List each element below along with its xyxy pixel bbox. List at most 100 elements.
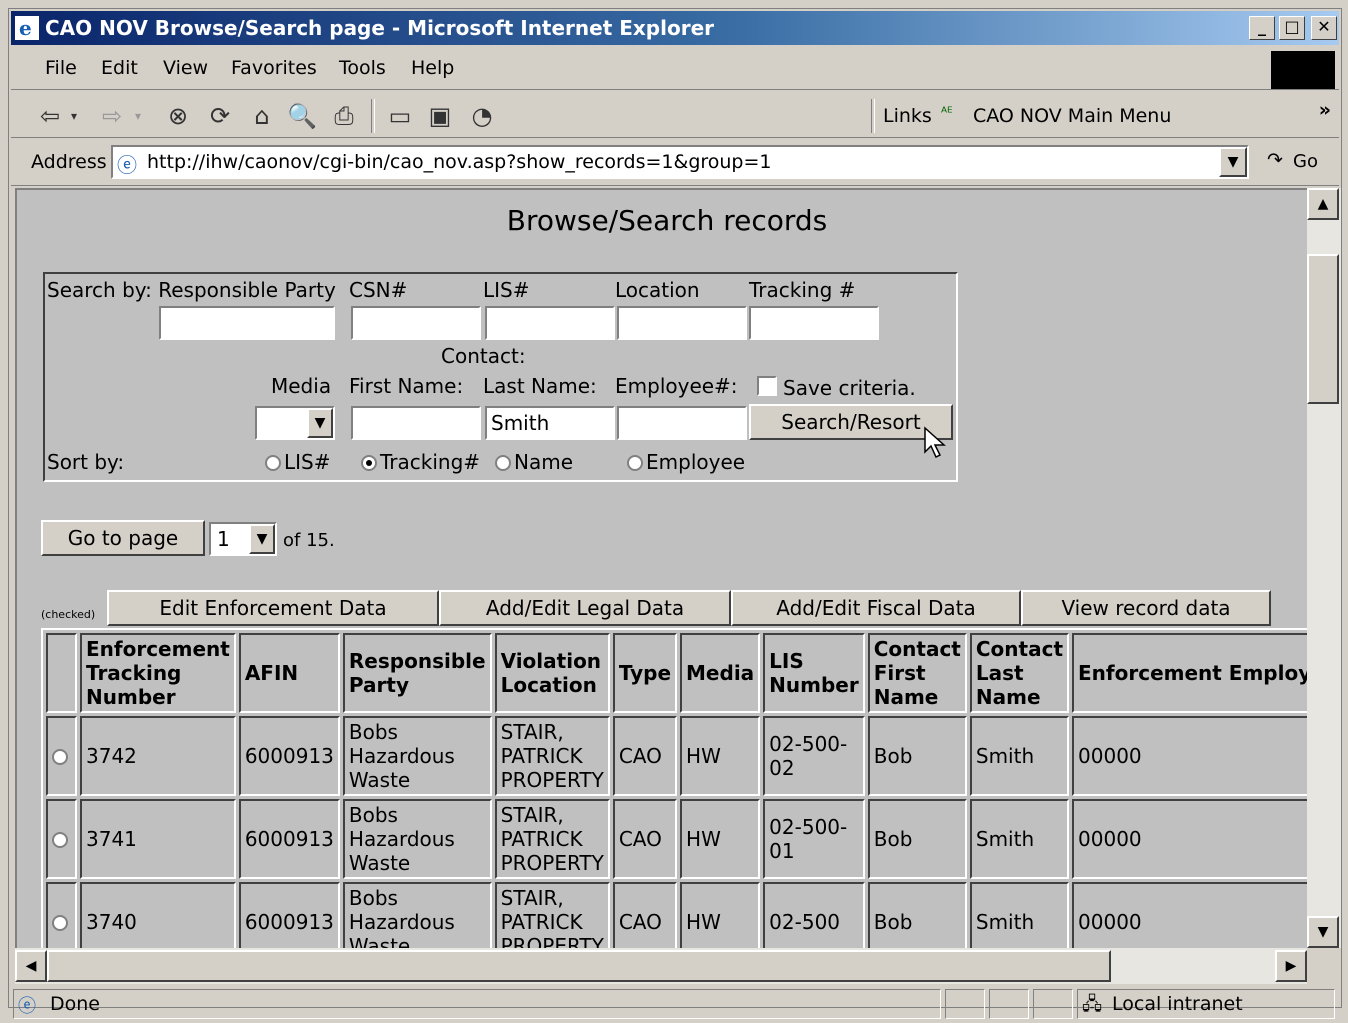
go-arrow-icon[interactable]: ↷ [1267, 149, 1283, 171]
last-name-input[interactable]: Smith [485, 406, 615, 440]
horizontal-scrollbar[interactable]: ◀ ▶ [15, 948, 1307, 984]
stop-icon[interactable]: ⊗ [163, 101, 193, 131]
go-button[interactable]: Go [1293, 151, 1318, 172]
back-dropdown-icon[interactable]: ▾ [67, 101, 81, 131]
vertical-scrollbar[interactable]: ▲ ▼ [1307, 188, 1341, 948]
menu-help[interactable]: Help [411, 57, 454, 79]
menu-tools[interactable]: Tools [339, 57, 386, 79]
scroll-up-icon[interactable]: ▲ [1307, 188, 1339, 220]
go-to-page-button[interactable]: Go to page [41, 520, 205, 556]
menu-file[interactable]: File [45, 57, 77, 79]
forward-dropdown-icon[interactable]: ▾ [131, 101, 145, 131]
sort-tracking-radio[interactable]: Tracking# [361, 450, 480, 474]
fullscreen-icon[interactable]: ▭ [385, 101, 415, 131]
minimize-button[interactable]: _ [1249, 16, 1275, 40]
status-pane-empty [989, 989, 1029, 1019]
table-row[interactable]: 3742 6000913 Bobs Hazardous Waste STAIR,… [46, 716, 1307, 796]
page-done-icon: ⓔ [18, 996, 36, 1017]
link-cao-main-menu[interactable]: CAO NOV Main Menu [973, 105, 1171, 127]
menu-favorites[interactable]: Favorites [231, 57, 317, 79]
sort-employee-radio[interactable]: Employee [627, 450, 745, 474]
column-header: AFIN [238, 633, 340, 713]
status-pane-empty [945, 989, 985, 1019]
radio-icon[interactable] [52, 915, 68, 931]
table-row[interactable]: 3741 6000913 Bobs Hazardous Waste STAIR,… [46, 799, 1307, 879]
scroll-down-icon[interactable]: ▼ [1307, 916, 1339, 948]
table-cell: 6000913 [238, 799, 340, 879]
chevron-down-icon[interactable]: ▼ [249, 524, 275, 554]
menu-view[interactable]: View [163, 57, 208, 79]
radio-icon[interactable] [265, 455, 281, 471]
print-icon[interactable]: ⎙ [329, 101, 359, 131]
links-separator [871, 99, 875, 133]
table-header-row: Enforcement Tracking Number AFIN Respons… [46, 633, 1307, 713]
column-header: Type [612, 633, 678, 713]
channels-icon[interactable]: ▣ [425, 101, 455, 131]
menu-edit[interactable]: Edit [101, 57, 138, 79]
forward-icon[interactable]: ⇨ [97, 101, 127, 131]
row-select-cell[interactable] [46, 799, 77, 879]
back-icon[interactable]: ⇦ [35, 101, 65, 131]
horizontal-scroll-thumb[interactable] [47, 950, 1111, 982]
edit-enforcement-button[interactable]: Edit Enforcement Data [107, 590, 439, 626]
row-select-cell[interactable] [46, 882, 77, 948]
home-icon[interactable]: ⌂ [247, 101, 277, 131]
view-record-button[interactable]: View record data [1021, 590, 1271, 626]
table-cell: 00000 [1072, 799, 1307, 879]
chevron-down-icon[interactable]: ▼ [307, 408, 333, 438]
table-cell: CAO [612, 716, 678, 796]
column-header: Enforcement Employee [1072, 633, 1307, 713]
save-criteria-checkbox[interactable] [757, 376, 777, 396]
sort-name-radio[interactable]: Name [495, 450, 573, 474]
csn-input[interactable] [351, 306, 481, 340]
page-select-value: 1 [217, 527, 230, 551]
table-row[interactable]: 3740 6000913 Bobs Hazardous Waste STAIR,… [46, 882, 1307, 948]
employee-label: Employee#: [615, 374, 738, 398]
media-select[interactable]: ▼ [255, 406, 335, 440]
scroll-left-icon[interactable]: ◀ [15, 950, 47, 982]
refresh-icon[interactable]: ⟳ [205, 101, 235, 131]
table-cell: 02-500 [763, 882, 865, 948]
table-cell: Bob [867, 799, 967, 879]
edit-legal-button[interactable]: Add/Edit Legal Data [439, 590, 731, 626]
toolbar-separator [371, 99, 375, 133]
page-icon: ⓔ [117, 153, 137, 177]
radio-icon[interactable] [52, 832, 68, 848]
page-content: Browse/Search records Search by: Respons… [15, 188, 1307, 948]
table-cell: CAO [612, 799, 678, 879]
row-select-cell[interactable] [46, 716, 77, 796]
tracking-input[interactable] [749, 306, 879, 340]
address-dropdown-icon[interactable]: ▼ [1219, 147, 1247, 177]
responsible-party-input[interactable] [159, 306, 335, 340]
sort-employee-label: Employee [646, 450, 746, 474]
first-name-input[interactable] [351, 406, 481, 440]
location-input[interactable] [617, 306, 747, 340]
browser-window: e CAO NOV Browse/Search page - Microsoft… [8, 8, 1342, 1019]
radio-icon[interactable] [52, 749, 68, 765]
status-bar: ⓔ Done 🖧 Local intranet [11, 987, 1339, 1023]
maximize-button[interactable]: □ [1279, 16, 1305, 40]
vertical-scroll-thumb[interactable] [1307, 254, 1339, 404]
checked-label: (checked) [41, 608, 96, 621]
radio-selected-icon[interactable] [361, 455, 377, 471]
windows-logo-icon [1271, 51, 1335, 89]
table-cell: Smith [969, 716, 1070, 796]
column-header: Media [680, 633, 761, 713]
last-name-label: Last Name: [483, 374, 597, 398]
page-title: Browse/Search records [506, 204, 828, 237]
radio-icon[interactable] [627, 455, 643, 471]
search-icon[interactable]: 🔍 [287, 101, 317, 131]
table-cell: STAIR, PATRICK PROPERTY [494, 882, 610, 948]
scroll-right-icon[interactable]: ▶ [1275, 950, 1307, 982]
employee-input[interactable] [617, 406, 747, 440]
links-label: Links [883, 105, 932, 127]
close-button[interactable]: ✕ [1311, 16, 1337, 40]
edit-fiscal-button[interactable]: Add/Edit Fiscal Data [731, 590, 1021, 626]
address-input[interactable]: ⓔ http://ihw/caonov/cgi-bin/cao_nov.asp?… [111, 145, 1249, 179]
media-icon[interactable]: ◔ [467, 101, 497, 131]
sort-lis-radio[interactable]: LIS# [265, 450, 331, 474]
page-select[interactable]: 1 ▼ [209, 522, 277, 556]
radio-icon[interactable] [495, 455, 511, 471]
chevron-more-icon[interactable]: » [1319, 99, 1331, 121]
lis-input[interactable] [485, 306, 615, 340]
